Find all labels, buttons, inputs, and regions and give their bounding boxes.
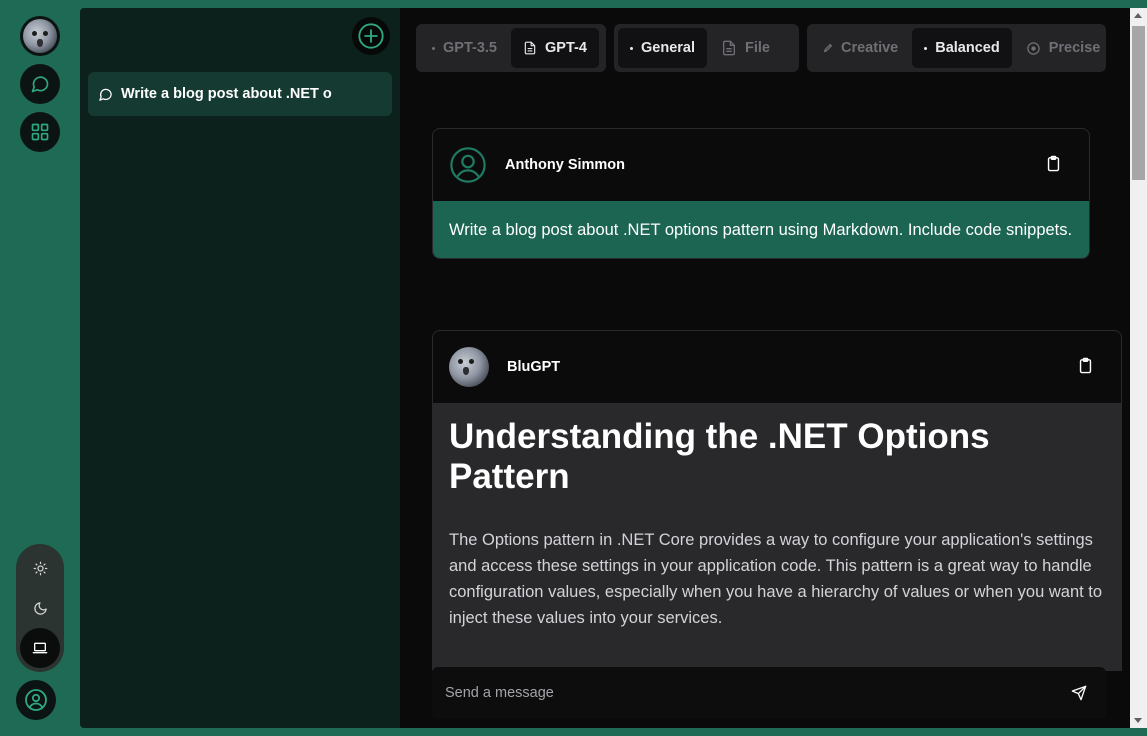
account-button[interactable] bbox=[16, 680, 56, 720]
style-option-balanced[interactable]: Balanced bbox=[912, 28, 1012, 68]
dot-icon bbox=[924, 46, 928, 50]
model-label: GPT-4 bbox=[545, 40, 587, 56]
dark-theme-button[interactable] bbox=[20, 588, 60, 628]
mode-option-file[interactable]: File bbox=[709, 28, 782, 68]
model-option-gpt4[interactable]: GPT-4 bbox=[511, 28, 599, 68]
mode-label: General bbox=[641, 40, 695, 56]
conversation-item[interactable]: Write a blog post about .NET o bbox=[88, 72, 392, 116]
new-chat-button[interactable] bbox=[352, 17, 390, 55]
style-option-creative[interactable]: Creative bbox=[811, 28, 910, 68]
assistant-message-card: BluGPT Understanding the .NET Options Pa… bbox=[432, 330, 1122, 671]
document-icon bbox=[723, 40, 735, 56]
style-label: Balanced bbox=[935, 40, 1000, 56]
author-name: Anthony Simmon bbox=[505, 157, 626, 173]
send-icon bbox=[1071, 685, 1087, 701]
model-label: GPT-3.5 bbox=[443, 40, 497, 56]
dot-icon bbox=[432, 46, 435, 50]
model-selector: GPT-3.5 GPT-4 bbox=[416, 24, 606, 72]
chat-nav-button[interactable] bbox=[20, 64, 60, 104]
target-icon bbox=[1026, 41, 1040, 55]
user-message-text: Write a blog post about .NET options pat… bbox=[433, 201, 1089, 258]
plus-circle-icon bbox=[358, 23, 384, 49]
assistant-message-body: Understanding the .NET Options Pattern T… bbox=[433, 403, 1121, 671]
response-heading: Understanding the .NET Options Pattern bbox=[449, 417, 990, 496]
chat-bubble-icon bbox=[31, 76, 49, 93]
message-header: BluGPT bbox=[433, 331, 1121, 403]
bot-avatar bbox=[449, 347, 489, 387]
moon-icon bbox=[33, 601, 47, 615]
chat-main: GPT-3.5 GPT-4 General File Creative Bala… bbox=[400, 8, 1139, 728]
mode-selector: General File bbox=[614, 24, 799, 72]
user-circle-icon bbox=[450, 147, 486, 183]
apps-nav-button[interactable] bbox=[20, 112, 60, 152]
clipboard-icon bbox=[1047, 155, 1060, 172]
dot-icon bbox=[630, 46, 633, 50]
scrollbar[interactable] bbox=[1130, 8, 1147, 728]
user-message-card: Anthony Simmon Write a blog post about .… bbox=[432, 128, 1090, 259]
copy-button[interactable] bbox=[1078, 357, 1093, 379]
send-button[interactable] bbox=[1065, 679, 1093, 707]
theme-switcher bbox=[16, 544, 64, 672]
avatar bbox=[23, 19, 57, 53]
scroll-thumb[interactable] bbox=[1132, 26, 1145, 180]
laptop-icon bbox=[32, 642, 48, 654]
system-theme-button[interactable] bbox=[20, 628, 60, 668]
document-icon bbox=[524, 41, 536, 55]
response-paragraph: The Options pattern in .NET Core provide… bbox=[449, 531, 1103, 627]
conversation-title: Write a blog post about .NET o bbox=[121, 86, 332, 102]
message-input[interactable] bbox=[445, 685, 1065, 701]
style-option-precise[interactable]: Precise bbox=[1014, 28, 1113, 68]
scroll-up-arrow-icon[interactable] bbox=[1134, 13, 1142, 18]
profile-avatar-button[interactable] bbox=[20, 16, 60, 56]
mode-label: File bbox=[745, 40, 770, 56]
mode-option-general[interactable]: General bbox=[618, 28, 707, 68]
style-label: Creative bbox=[841, 40, 899, 56]
left-rail bbox=[0, 0, 80, 736]
style-selector: Creative Balanced Precise bbox=[807, 24, 1106, 72]
scroll-down-arrow-icon[interactable] bbox=[1134, 718, 1142, 723]
copy-button[interactable] bbox=[1046, 155, 1061, 177]
chat-bubble-icon bbox=[99, 88, 112, 101]
conversation-sidebar: Write a blog post about .NET o bbox=[80, 8, 400, 728]
message-composer bbox=[432, 667, 1106, 719]
user-circle-icon bbox=[25, 689, 47, 711]
style-label: Precise bbox=[1048, 40, 1101, 56]
author-name: BluGPT bbox=[507, 359, 561, 375]
clipboard-icon bbox=[1079, 357, 1092, 374]
model-option-gpt35[interactable]: GPT-3.5 bbox=[420, 28, 509, 68]
pencil-icon bbox=[823, 43, 833, 53]
message-header: Anthony Simmon bbox=[433, 129, 1089, 201]
light-theme-button[interactable] bbox=[20, 548, 60, 588]
grid-icon bbox=[31, 123, 49, 141]
sun-icon bbox=[33, 561, 47, 575]
